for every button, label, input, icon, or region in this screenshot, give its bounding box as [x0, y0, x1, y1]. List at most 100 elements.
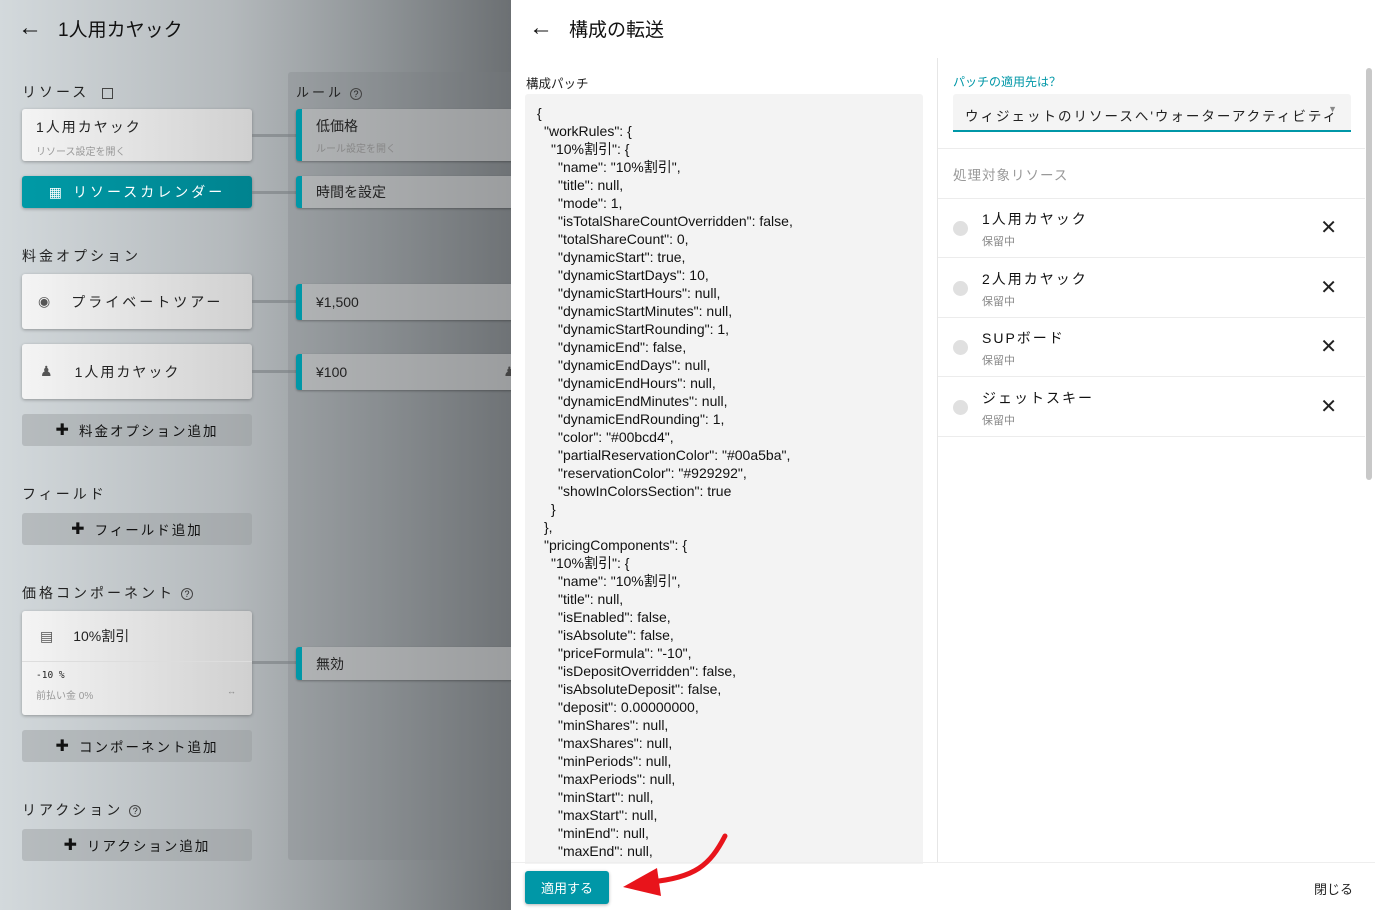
- price-components-heading: 価格コンポーネント?: [22, 583, 193, 603]
- code-line: "totalShareCount": 0,: [558, 231, 689, 247]
- help-icon[interactable]: ?: [129, 805, 142, 818]
- divider: [938, 148, 1365, 149]
- status-dot-icon: [953, 340, 968, 355]
- background-header: ← 1人用カヤック: [0, 0, 511, 56]
- remove-icon[interactable]: ✕: [1320, 275, 1337, 300]
- code-line: "isEnabled": false,: [558, 609, 671, 625]
- config-patch-editor[interactable]: {"workRules": {"10%割引": {"name": "10%割引"…: [525, 94, 923, 864]
- resource-card[interactable]: 1人用カヤック リソース設定を開く: [22, 109, 252, 161]
- code-line: "showInColorsSection": true: [558, 483, 732, 499]
- reactions-heading: リアクション?: [22, 800, 142, 820]
- target-resource-item: ジェットスキー保留中 ✕: [938, 378, 1365, 437]
- document-icon: ▤: [40, 627, 54, 644]
- panel-header: ← 構成の転送: [511, 0, 664, 56]
- connector: [252, 134, 296, 137]
- add-component-button[interactable]: ✚ コンポーネント追加: [22, 730, 252, 762]
- code-line: "dynamicEndHours": null,: [558, 375, 716, 391]
- background-editor: ← 1人用カヤック リソース ルール? 1人用カヤック リソース設定を開く ▦ リ…: [0, 0, 511, 910]
- code-line: "dynamicStart": true,: [558, 249, 686, 265]
- code-line: "partialReservationColor": "#00a5ba",: [558, 447, 791, 463]
- code-line: "workRules": {: [544, 123, 632, 139]
- code-line: "minPeriods": null,: [558, 753, 672, 769]
- code-line: "minShares": null,: [558, 717, 669, 733]
- code-line: "isAbsoluteDeposit": false,: [558, 681, 722, 697]
- code-line: "dynamicStartDays": 10,: [558, 267, 709, 283]
- plus-icon: ✚: [63, 837, 80, 854]
- code-line: "dynamicStartRounding": 1,: [558, 321, 730, 337]
- plus-icon: ✚: [55, 422, 71, 439]
- rule-card[interactable]: 時間を設定: [296, 176, 511, 208]
- status-dot-icon: [953, 399, 968, 415]
- code-line: "10%割引": {: [551, 555, 630, 571]
- add-reaction-button[interactable]: ✚ リアクション追加: [22, 829, 252, 861]
- status-badge: 保留中: [982, 414, 1015, 427]
- remove-icon[interactable]: ✕: [1320, 334, 1337, 359]
- connector: [252, 661, 296, 664]
- code-line: "isAbsolute": false,: [558, 627, 674, 643]
- patch-label: 構成パッチ: [526, 77, 589, 91]
- component-value: -10 %: [36, 670, 65, 681]
- price-component-card[interactable]: ▤ 10%割引 -10 % 前払い金 0% ↔: [22, 611, 252, 715]
- expand-icon[interactable]: ↔: [227, 686, 236, 696]
- pricing-option-card[interactable]: ♟ 1人用カヤック: [22, 344, 252, 399]
- help-icon[interactable]: ?: [350, 87, 363, 100]
- code-line: "maxPeriods": null,: [558, 771, 676, 787]
- fields-heading: フィールド: [22, 486, 107, 502]
- component-deposit: 前払い金 0%: [36, 691, 94, 702]
- add-pricing-option-button[interactable]: ✚ 料金オプション追加: [22, 414, 252, 446]
- code-line: "10%割引": {: [551, 141, 630, 157]
- plus-icon: ✚: [71, 521, 87, 538]
- resource-calendar-button[interactable]: ▦ リソースカレンダー: [22, 176, 252, 208]
- rule-card[interactable]: ¥1,500: [296, 284, 511, 320]
- resource-name: 1人用カヤック: [982, 211, 1088, 227]
- code-line: "title": null,: [558, 591, 624, 607]
- scrollbar[interactable]: [1366, 68, 1372, 480]
- resource-settings-link[interactable]: リソース設定を開く: [36, 143, 238, 158]
- apply-button[interactable]: 適用する: [525, 871, 609, 904]
- pricing-options-heading: 料金オプション: [22, 248, 141, 264]
- code-line: "reservationColor": "#929292",: [558, 465, 747, 481]
- code-line: "minStart": null,: [558, 789, 654, 805]
- code-line: "dynamicStartHours": null,: [558, 285, 721, 301]
- target-select[interactable]: ウィジェットのリソースへ'ウォーターアクティビティ ▼: [953, 94, 1351, 132]
- page-title: 1人用カヤック: [58, 19, 183, 41]
- resources-heading: リソース: [22, 82, 114, 102]
- remove-icon[interactable]: ✕: [1320, 215, 1337, 240]
- resource-name: 2人用カヤック: [982, 270, 1088, 287]
- plus-icon: ✚: [55, 738, 71, 755]
- status-badge: 保留中: [982, 355, 1015, 367]
- target-resource-item: 2人用カヤック 保留中 ✕: [938, 259, 1365, 318]
- pricing-option-card[interactable]: ◉ プライベートツアー: [22, 274, 252, 329]
- target-section: パッチの適用先は？ ウィジェットのリソースへ'ウォーターアクティビティ ▼ 処理対…: [938, 58, 1365, 862]
- close-button[interactable]: 閉じる: [1314, 879, 1353, 898]
- copy-icon[interactable]: [102, 87, 114, 99]
- connector: [252, 191, 296, 194]
- code-line: "maxStart": null,: [558, 807, 658, 823]
- back-arrow-icon[interactable]: ←: [18, 14, 42, 42]
- status-dot-icon: [953, 221, 968, 236]
- code-line: "pricingComponents": {: [544, 537, 688, 553]
- remove-icon[interactable]: ✕: [1320, 394, 1337, 419]
- resource-name: 1人用カヤック: [36, 119, 142, 135]
- code-line: "dynamicEndMinutes": null,: [558, 393, 728, 409]
- back-arrow-icon[interactable]: ←: [529, 14, 553, 42]
- code-line: "dynamicEndRounding": 1,: [558, 411, 725, 427]
- component-name: 10%割引: [73, 628, 130, 644]
- connector: [252, 370, 296, 373]
- dropdown-caret-icon: ▼: [1328, 104, 1337, 114]
- code-line: "color": "#00bcd4",: [558, 429, 674, 445]
- rule-card[interactable]: 無効: [296, 647, 511, 680]
- resource-name: ジェットスキー: [982, 389, 1094, 406]
- resource-name: SUPボード: [982, 330, 1065, 346]
- radio-target-icon: ◉: [38, 293, 54, 309]
- rule-card[interactable]: 低価格 ルール設定を開く: [296, 109, 511, 161]
- code-line: }: [551, 501, 556, 517]
- code-line: {: [537, 105, 542, 121]
- rules-heading: ルール?: [296, 82, 363, 101]
- person-icon: ♟: [40, 363, 55, 379]
- rule-card[interactable]: ¥100♟ 4: [296, 354, 511, 390]
- add-field-button[interactable]: ✚ フィールド追加: [22, 513, 252, 545]
- help-icon[interactable]: ?: [181, 588, 193, 601]
- code-line: "dynamicEndDays": null,: [558, 357, 711, 373]
- code-line: "isDepositOverridden": false,: [558, 663, 737, 679]
